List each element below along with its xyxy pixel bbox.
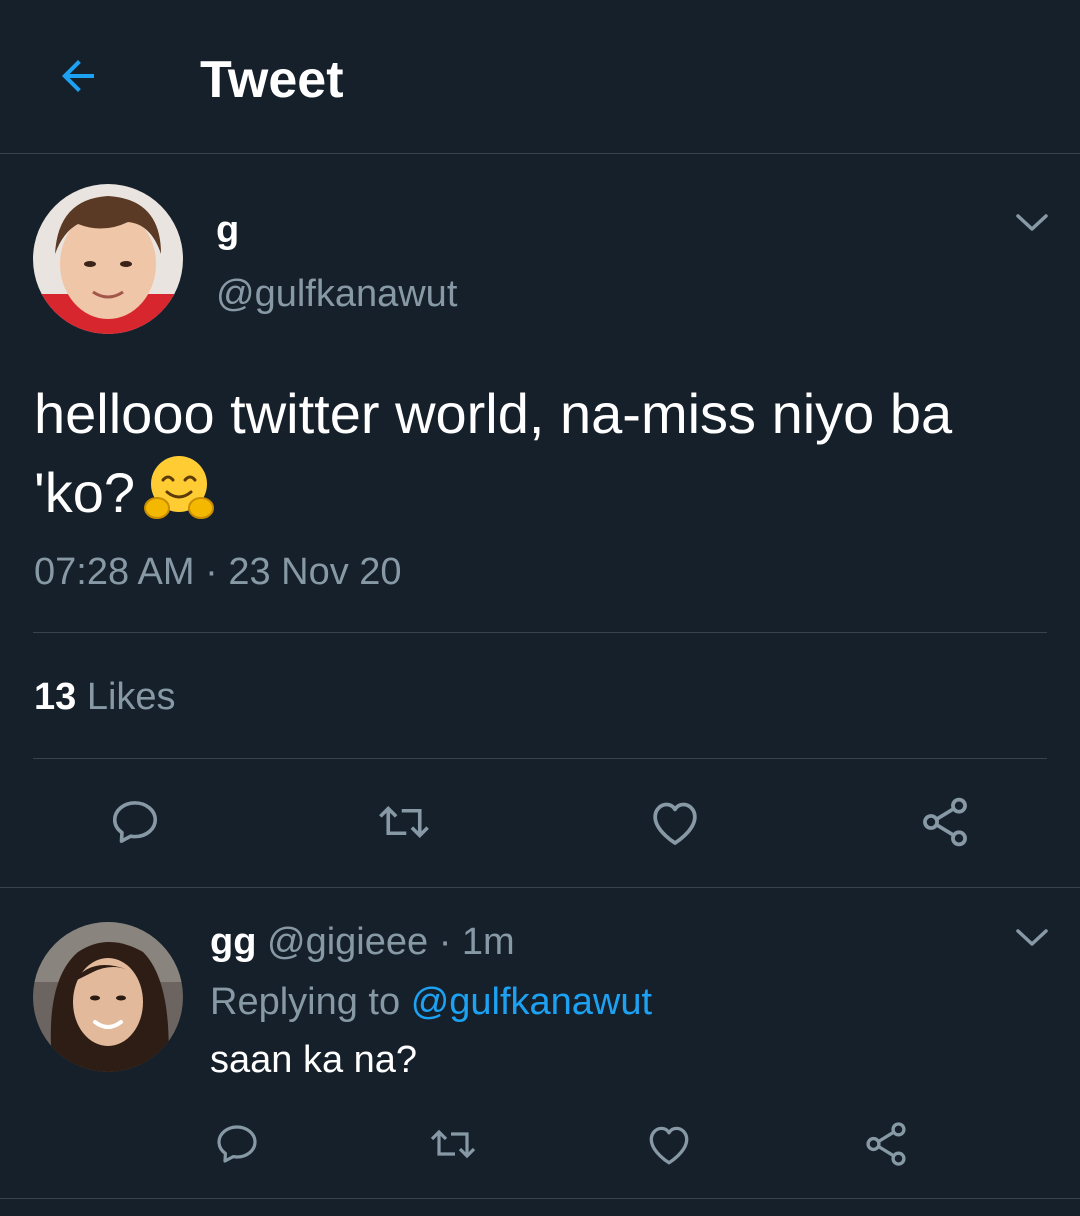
likes-label: Likes [86,676,176,718]
divider [33,758,1047,759]
share-icon [861,1119,911,1169]
reply-author-avatar[interactable] [33,922,183,1072]
reply-meta: gg @gigieee · 1m [210,918,515,966]
hugging-face-emoji-icon [143,452,215,524]
reply-icon [213,1120,261,1168]
author-display-name[interactable]: g [216,206,239,254]
retweet-icon [374,795,434,849]
divider [33,632,1047,633]
reply-reply-button[interactable] [205,1112,269,1176]
reply-like-button[interactable] [637,1112,701,1176]
author-avatar[interactable] [33,184,183,334]
tweet-text: hellooo twitter world, na-miss niyo ba '… [34,376,1054,531]
top-bar: Tweet [0,0,1080,154]
arrow-left-icon [54,52,102,105]
share-button[interactable] [913,790,977,854]
retweet-button[interactable] [372,790,436,854]
replying-to-mention[interactable]: @gulfkanawut [411,981,652,1023]
back-button[interactable] [48,48,108,108]
chevron-down-icon [1015,928,1049,953]
reply-author-display-name[interactable]: gg [210,921,256,963]
author-handle[interactable]: @gulfkanawut [216,270,457,318]
replying-to: Replying to @gulfkanawut [210,978,652,1026]
likes-count: 13 [34,676,77,718]
reply-icon [108,795,162,849]
replying-prefix: Replying to [210,981,401,1023]
reply-time: 1m [461,921,515,963]
reply-text: saan ka na? [210,1039,418,1081]
heart-icon [644,1121,694,1167]
reply-retweet-button[interactable] [421,1112,485,1176]
page-title: Tweet [200,51,344,109]
tweet-timestamp: 07:28 AM · 23 Nov 20 [34,551,402,593]
like-button[interactable] [643,790,707,854]
chevron-down-icon [1015,213,1049,238]
reply-share-button[interactable] [854,1112,918,1176]
tweet-options-button[interactable] [1010,203,1054,247]
reply-options-button[interactable] [1010,918,1054,962]
reply-author-handle[interactable]: @gigieee [267,921,428,963]
retweet-icon [426,1120,480,1168]
share-icon [917,794,973,850]
divider [0,887,1080,888]
divider [0,1198,1080,1199]
time-separator: · [428,921,462,963]
heart-icon [647,796,703,848]
likes-summary[interactable]: 13 Likes [34,673,176,721]
reply-button[interactable] [103,790,167,854]
